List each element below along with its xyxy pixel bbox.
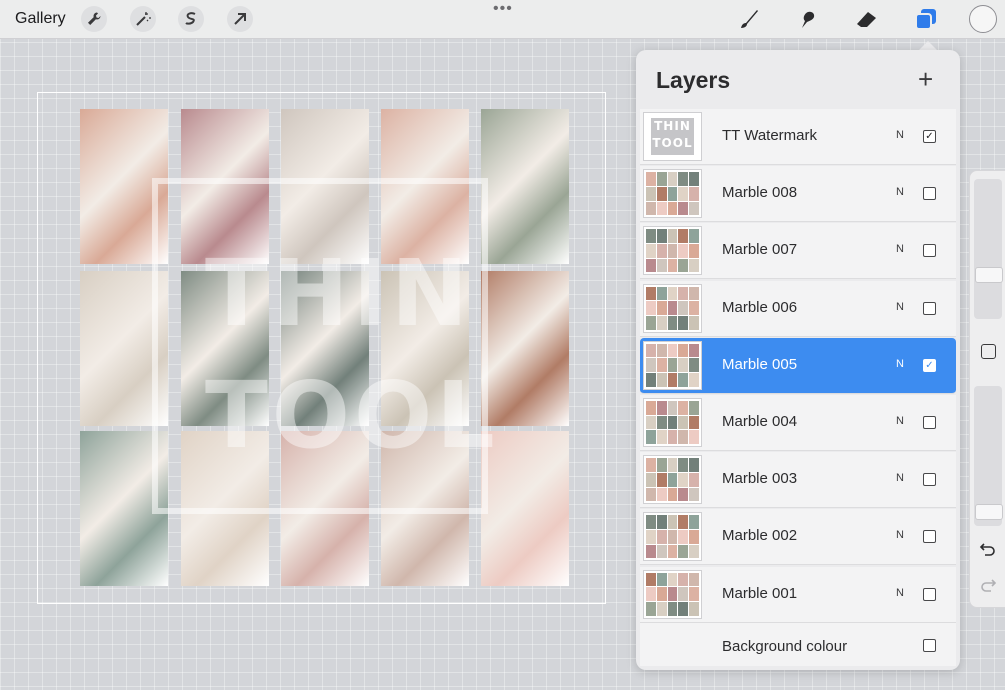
layer-row[interactable]: Marble 003 N (640, 452, 956, 509)
layer-visibility-checkbox[interactable] (923, 187, 936, 201)
selection-icon[interactable] (178, 6, 204, 32)
layer-visibility-checkbox[interactable] (923, 416, 936, 429)
brush-icon[interactable] (735, 5, 763, 33)
layer-thumbnail (643, 283, 702, 333)
background-colour-layer[interactable]: Background colour (640, 623, 956, 666)
opacity-slider[interactable] (974, 386, 1003, 526)
wrench-icon[interactable] (81, 6, 107, 32)
watermark-thumbnail-text: THIN TOOL (649, 116, 696, 157)
layer-visibility-checkbox[interactable]: ✓ (923, 358, 936, 372)
more-options-icon[interactable]: ••• (493, 0, 513, 18)
layer-row[interactable]: Marble 001 N (640, 566, 956, 623)
modify-button[interactable] (981, 344, 996, 359)
top-toolbar: Gallery ••• (0, 0, 1005, 39)
layer-name: Marble 008 (722, 184, 798, 202)
watermark-text-line1: THIN (205, 240, 472, 347)
smudge-icon[interactable] (794, 5, 822, 33)
blend-mode-button[interactable]: N (896, 415, 904, 427)
gallery-button[interactable]: Gallery (15, 10, 66, 28)
layer-row[interactable]: THIN TOOL TT Watermark N ✓ (640, 109, 956, 165)
layer-name: Marble 002 (722, 527, 798, 545)
layer-visibility-checkbox[interactable] (923, 473, 936, 487)
layer-row[interactable]: Marble 005 N ✓ (640, 337, 956, 394)
blend-mode-button[interactable]: N (896, 472, 904, 484)
brush-size-thumb[interactable] (975, 267, 1003, 283)
layer-name: Marble 004 (722, 413, 798, 430)
background-colour-label: Background colour (722, 638, 848, 655)
transform-arrow-icon[interactable] (227, 6, 253, 32)
layers-panel: Layers + THIN TOOL TT Watermark N ✓ Marble 00… (636, 50, 960, 670)
background-visibility-checkbox[interactable] (923, 639, 936, 652)
layer-visibility-checkbox[interactable] (923, 587, 936, 601)
layer-thumbnail (643, 169, 702, 219)
layer-name: Marble 001 (722, 584, 798, 602)
side-controls (969, 170, 1005, 608)
layer-row[interactable]: Marble 008 N (640, 166, 956, 223)
layer-thumbnail (643, 512, 702, 562)
blend-mode-button[interactable]: N (896, 129, 904, 141)
layer-visibility-checkbox[interactable] (923, 244, 936, 258)
layer-name: Marble 007 (722, 241, 798, 259)
undo-icon[interactable] (979, 541, 997, 562)
layer-visibility-checkbox[interactable]: ✓ (923, 130, 936, 143)
blend-mode-button[interactable]: N (896, 186, 904, 198)
layer-name: Marble 005 (722, 355, 798, 373)
layer-row[interactable]: Marble 007 N (640, 223, 956, 280)
layer-visibility-checkbox[interactable] (923, 301, 936, 315)
current-color-swatch[interactable] (969, 5, 997, 33)
add-layer-button[interactable]: + (918, 64, 933, 95)
layer-visibility-checkbox[interactable] (923, 530, 936, 544)
redo-icon[interactable] (979, 577, 997, 598)
layer-thumbnail (643, 226, 702, 276)
eraser-icon[interactable] (853, 5, 881, 33)
layer-thumbnail (643, 340, 702, 390)
opacity-thumb[interactable] (975, 504, 1003, 520)
layer-row[interactable]: Marble 002 N (640, 509, 956, 566)
layer-thumbnail (643, 569, 702, 619)
marble-tile (481, 109, 569, 264)
magic-wand-icon[interactable] (130, 6, 156, 32)
blend-mode-button[interactable]: N (896, 301, 904, 313)
layer-thumbnail: THIN TOOL (643, 112, 702, 161)
layers-icon[interactable] (912, 5, 940, 33)
blend-mode-button[interactable]: N (896, 529, 904, 541)
watermark-text-line2: TOOL (205, 362, 499, 469)
layer-row[interactable]: Marble 004 N (640, 395, 956, 451)
layer-name: TT Watermark (722, 127, 818, 144)
blend-mode-button[interactable]: N (896, 358, 904, 370)
panel-pointer (919, 41, 937, 50)
blend-mode-button[interactable]: N (896, 587, 904, 599)
blend-mode-button[interactable]: N (896, 243, 904, 255)
layer-name: Marble 003 (722, 470, 798, 488)
layer-row[interactable]: Marble 006 N (640, 280, 956, 337)
brush-size-slider[interactable] (974, 179, 1003, 319)
layers-title: Layers (656, 67, 731, 93)
layer-name: Marble 006 (722, 298, 798, 316)
layer-thumbnail (643, 455, 702, 505)
layer-thumbnail (643, 398, 702, 447)
